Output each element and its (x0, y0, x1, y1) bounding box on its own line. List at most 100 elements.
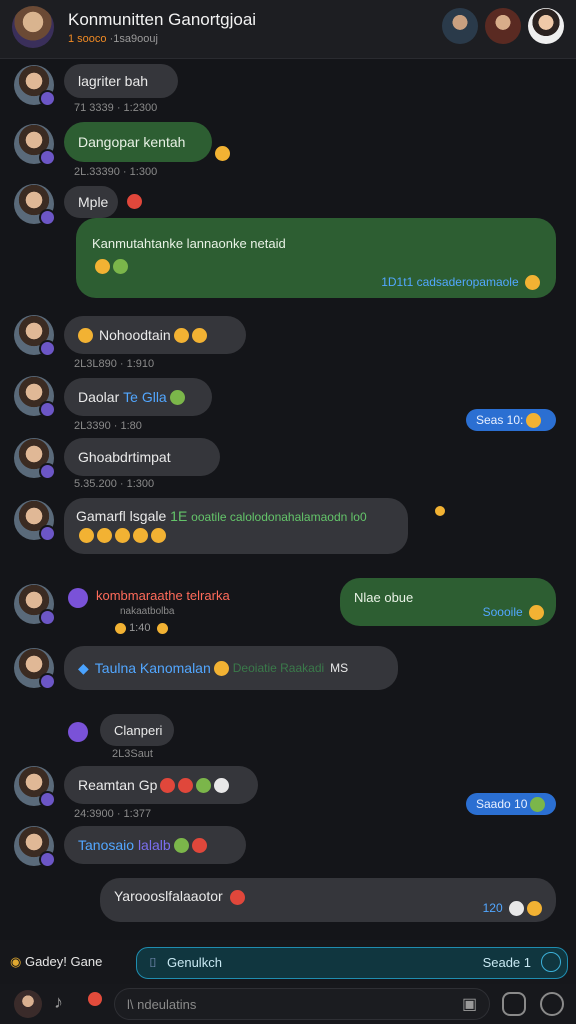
message-bubble[interactable]: Ghoabdrtimpat (64, 438, 220, 476)
message-bubble[interactable]: Yaroooslfalaaotor 120 (100, 878, 556, 922)
member-avatar-3[interactable] (528, 8, 564, 44)
search-input[interactable]: ⌷ Genulkch Seade 1 (136, 947, 568, 979)
emoji-icon (213, 660, 229, 676)
sender-avatar[interactable] (14, 65, 56, 107)
emoji-icon (196, 777, 212, 793)
verified-badge-icon (39, 401, 56, 418)
message-emojis (76, 526, 396, 543)
send-icon[interactable] (541, 952, 561, 972)
message-bubble[interactable]: Dangopar kentah (64, 122, 212, 162)
mic-icon[interactable]: ♪ (54, 992, 63, 1013)
bot-icon (68, 588, 88, 608)
message-text: Daolar (78, 389, 120, 405)
emoji-icon (113, 258, 128, 274)
read-receipt-pill[interactable]: Saado 10 (466, 793, 556, 815)
record-icon[interactable] (88, 992, 102, 1006)
chat-subtitle: 1 sooco ·1sa9oouj (68, 33, 158, 45)
reaction-emoji-icon (127, 194, 142, 209)
message-timestamp: 24:3900 · 1:377 (74, 808, 152, 820)
message-timestamp: 5.35.200 · 1:300 (74, 478, 155, 490)
emoji-icon (169, 389, 185, 405)
verified-badge-icon (39, 525, 56, 542)
emoji-icon (173, 327, 189, 343)
verified-badge-icon (39, 851, 56, 868)
camera-icon[interactable] (502, 992, 526, 1016)
inner-link[interactable]: 1D1t1 cadsaderopamaole (381, 275, 540, 290)
emoji-icon (509, 901, 524, 916)
message-timestamp: 2L3L890 · 1:910 (74, 358, 155, 370)
message-text: Kanmutahtanke lannaonke netaid (92, 236, 286, 251)
message-bubble[interactable]: lagriter bah (64, 64, 178, 98)
message-text: Clanperi (114, 722, 163, 738)
message-text: lagriter bah (78, 73, 149, 89)
info-icon[interactable] (540, 992, 564, 1016)
message-timestamp: 2L3390 · 1:80 (74, 420, 142, 432)
verified-badge-icon (39, 463, 56, 480)
message-green-tag: 1E (170, 508, 188, 524)
sender-avatar[interactable] (14, 648, 56, 690)
image-icon[interactable]: ▣ (462, 994, 477, 1014)
message-text: Nohoodtain (99, 327, 171, 343)
message-bubble[interactable]: Mple (64, 186, 118, 218)
sender-avatar[interactable] (14, 184, 56, 226)
sender-avatar[interactable] (14, 500, 56, 542)
emoji-icon (115, 622, 126, 634)
search-placeholder: Genulkch (167, 955, 222, 970)
emoji-icon (95, 258, 110, 274)
search-right-label: Seade 1 (482, 955, 531, 970)
search-input-cursor: ⌷ (149, 955, 157, 970)
message-bubble[interactable]: Gamarfl lsgale 1E ooatile calolodonahala… (64, 498, 408, 554)
message-input[interactable]: l\ ndeulatins (114, 988, 490, 1020)
message-footer: Soooile (483, 605, 544, 620)
message-link[interactable]: Te Glla (123, 389, 167, 405)
message-link[interactable]: lalalb (138, 837, 171, 853)
message-bubble[interactable]: Kanmutahtanke lannaonke netaid 1D1t1 cad… (76, 218, 556, 298)
emoji-icon (191, 837, 207, 853)
verified-badge-icon (39, 149, 56, 166)
message-rest: Deoiatie Raakadi (232, 661, 325, 675)
message-bubble[interactable]: Daolar Te Glla (64, 378, 212, 416)
sender-avatar[interactable] (14, 766, 56, 808)
emoji-icon (151, 527, 166, 543)
app-icon: ◉ (10, 954, 22, 969)
message-bubble[interactable]: ◆ Taulna Kanomalan Deoiatie Raakadi MS (64, 646, 398, 690)
verified-badge-icon (39, 791, 56, 808)
footer-text: Soooile (482, 604, 523, 619)
sender-avatar[interactable] (14, 376, 56, 418)
message-footer: 120 (483, 901, 542, 916)
sender-avatar[interactable] (14, 826, 56, 868)
sender-avatar[interactable] (14, 584, 56, 626)
self-avatar[interactable] (14, 990, 42, 1018)
verified-badge-icon (39, 340, 56, 357)
emoji-icon (229, 889, 245, 905)
member-avatar-2[interactable] (485, 8, 521, 44)
message-bubble[interactable]: Tanosaio lalalb (64, 826, 246, 864)
verified-badge-icon (39, 673, 56, 690)
sender-avatar[interactable] (14, 124, 56, 166)
message-bubble[interactable]: Nlae obue Soooile (340, 578, 556, 626)
composer-left[interactable]: ◉ Gadey! Gane (10, 954, 102, 970)
bot-icon (68, 722, 88, 742)
message-timestamp: 2L.33390 · 1:300 (74, 166, 158, 178)
group-avatar[interactable] (12, 6, 54, 48)
message-bubble[interactable]: Clanperi (100, 714, 174, 746)
emoji-icon (160, 777, 176, 793)
emoji-icon (530, 796, 546, 812)
message-bubble[interactable]: Nohoodtain (64, 316, 246, 354)
message-text: Dangopar kentah (78, 134, 186, 150)
read-receipt-pill[interactable]: Seas 10: (466, 409, 556, 431)
composer-left-label: Gadey! Gane (24, 954, 103, 969)
sender-avatar[interactable] (14, 438, 56, 480)
member-avatar-1[interactable] (442, 8, 478, 44)
message-subtext: nakaatbolba (120, 606, 175, 617)
message-text: Mple (78, 194, 109, 210)
input-placeholder: l\ ndeulatins (127, 997, 197, 1012)
message-line: Gamarfl lsgale 1E ooatile calolodonahala… (76, 508, 396, 524)
time-text: 1:40 (129, 622, 151, 634)
sender-avatar[interactable] (14, 315, 56, 357)
emoji-icon (79, 527, 94, 543)
message-bubble[interactable]: Reamtan Gp (64, 766, 258, 804)
subtitle-rest: ·1sa9oouj (109, 33, 158, 45)
verified-badge-icon (39, 90, 56, 107)
emoji-icon (78, 327, 93, 343)
